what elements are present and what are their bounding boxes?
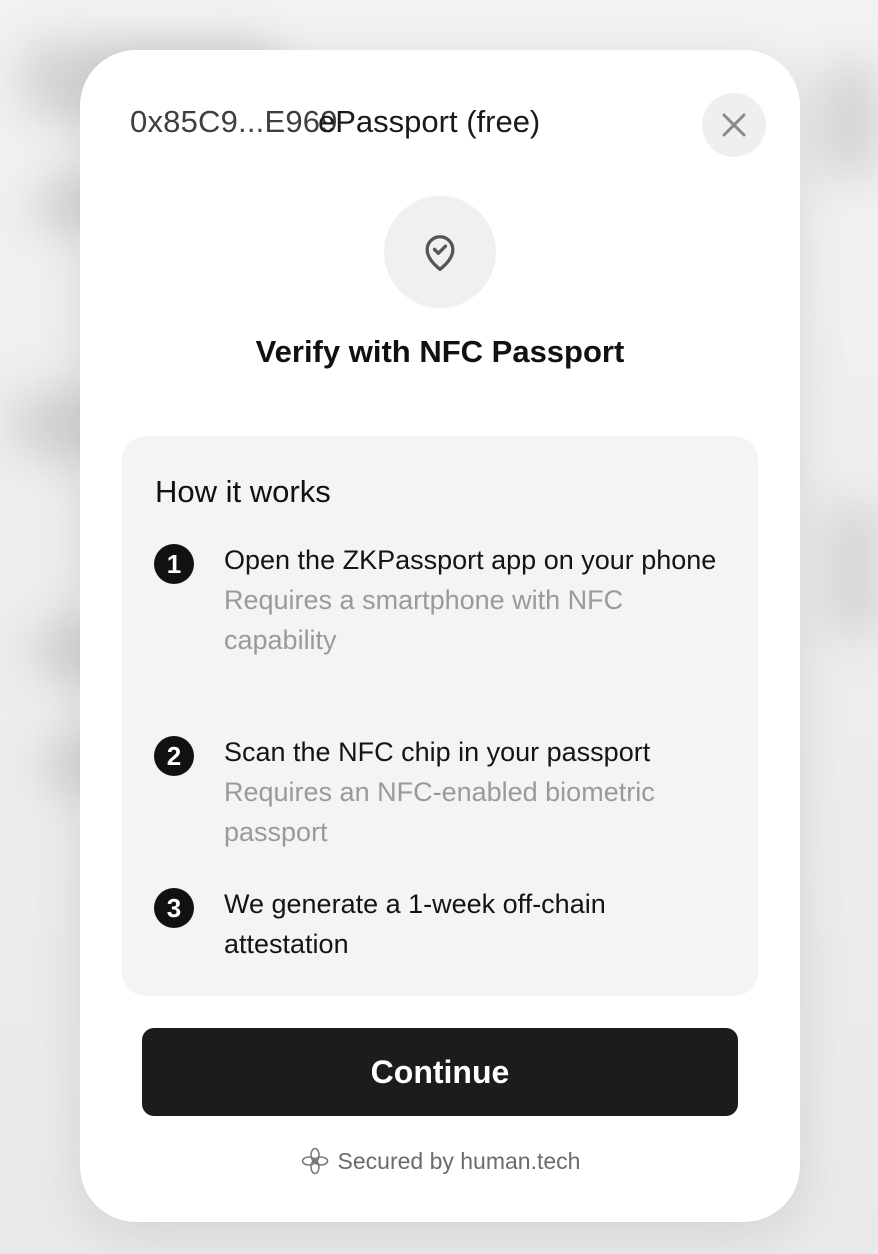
step-title: Open the ZKPassport app on your phone (224, 545, 717, 575)
how-it-works-panel: How it works 1 Open the ZKPassport app o… (122, 436, 758, 996)
step-subtitle: Requires a smartphone with NFC capabilit… (224, 585, 624, 655)
verification-mode-label: ePassport (free) (318, 104, 541, 139)
step-number-badge: 3 (154, 888, 194, 928)
human-tech-logo-icon (301, 1147, 328, 1175)
step-title: We generate a 1-week off-chain attestati… (224, 889, 606, 959)
close-icon (722, 113, 746, 137)
page-title: Verify with NFC Passport (255, 334, 625, 369)
step-number-badge: 1 (154, 544, 194, 584)
shield-check-icon (425, 235, 455, 272)
shield-badge (384, 196, 496, 308)
step-item-3: 3 We generate a 1-week off-chain attesta… (154, 884, 734, 964)
verification-modal: 0x85C9...E969 ePassport (free) Verify wi… (80, 50, 800, 1222)
secured-by-footer: Secured by human.tech (80, 1146, 800, 1176)
wallet-address: 0x85C9...E969 (130, 104, 338, 139)
step-subtitle: Requires an NFC-enabled biometric passpo… (224, 777, 655, 847)
how-it-works-heading: How it works (155, 474, 331, 509)
step-item-1: 1 Open the ZKPassport app on your phone … (154, 540, 734, 700)
continue-button[interactable]: Continue (142, 1028, 738, 1116)
secured-by-label[interactable]: Secured by human.tech (338, 1148, 581, 1175)
step-number-badge: 2 (154, 736, 194, 776)
step-item-2: 2 Scan the NFC chip in your passport Req… (154, 732, 734, 852)
close-button[interactable] (702, 93, 766, 157)
step-title: Scan the NFC chip in your passport (224, 737, 651, 767)
